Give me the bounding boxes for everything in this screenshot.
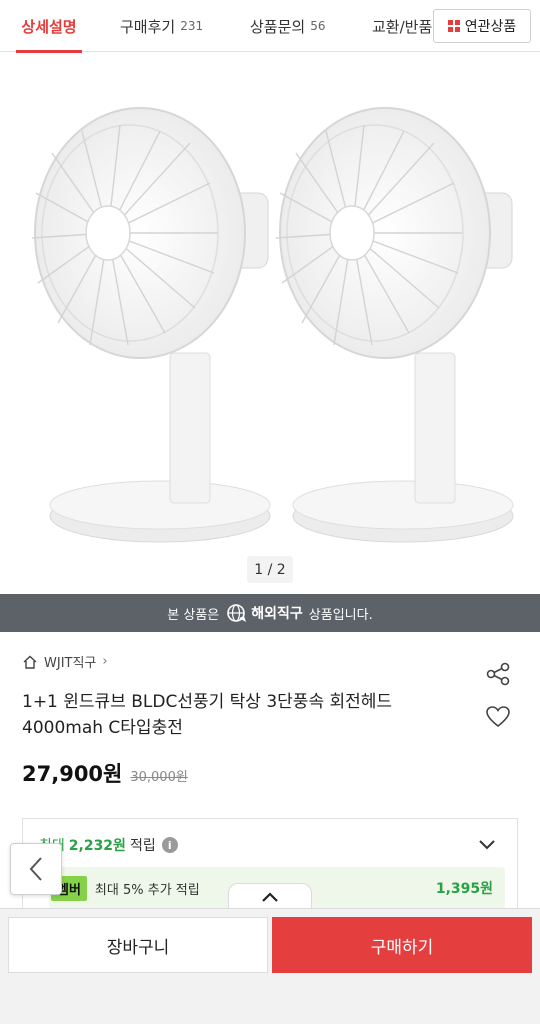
- review-count: 231: [180, 19, 204, 33]
- related-products-button[interactable]: 연관상품: [433, 9, 531, 43]
- share-icon[interactable]: [484, 660, 512, 688]
- max-points-amount: 2,232원: [68, 838, 126, 854]
- product-image-gallery[interactable]: [0, 53, 540, 593]
- tab-review[interactable]: 구매후기 231: [120, 0, 203, 52]
- chevron-down-icon[interactable]: [477, 837, 497, 851]
- banner-highlight: 해외직구: [251, 606, 303, 622]
- fan-left-illustration: [31, 107, 271, 543]
- earn-label: 적립: [129, 838, 156, 854]
- tab-review-label: 구매후기: [120, 17, 176, 36]
- globe-plane-icon: [227, 604, 247, 622]
- seller-name: WJIT직구: [44, 656, 97, 671]
- member-points-text: 최대 5% 추가 적립: [94, 882, 200, 898]
- heart-icon[interactable]: [484, 703, 512, 731]
- related-products-label: 연관상품: [464, 19, 517, 35]
- member-points-amount: 1,395원: [435, 881, 493, 897]
- chevron-up-icon: [262, 891, 278, 902]
- qna-count: 56: [310, 19, 326, 33]
- seller-link[interactable]: WJIT직구 ›: [22, 652, 108, 671]
- original-price: 30,000원: [130, 770, 188, 785]
- product-detail-page: 상세설명 구매후기 231 상품문의 56 교환/반품 연관상품 1 / 2 본…: [0, 0, 540, 1024]
- tab-detail[interactable]: 상세설명: [16, 0, 82, 53]
- buy-now-button[interactable]: 구매하기: [272, 917, 532, 973]
- chevron-right-icon: ›: [102, 654, 108, 669]
- tab-exchange-label: 교환/반품: [372, 17, 432, 36]
- image-pager: 1 / 2: [247, 556, 293, 583]
- section-tab-bar: 상세설명 구매후기 231 상품문의 56 교환/반품 연관상품: [0, 0, 540, 53]
- banner-prefix: 본 상품은: [167, 607, 220, 623]
- product-title: 1+1 윈드큐브 BLDC선풍기 탁상 3단풍속 회전헤드 4000mah C타…: [22, 692, 393, 738]
- fan-right-illustration: [275, 107, 514, 543]
- add-to-cart-button[interactable]: 장바구니: [8, 917, 268, 973]
- home-icon: [23, 655, 37, 669]
- tab-exchange[interactable]: 교환/반품: [372, 0, 432, 52]
- back-button[interactable]: [10, 843, 62, 895]
- sale-price: 27,900원: [22, 762, 123, 786]
- grid-icon: [447, 20, 460, 32]
- bottom-action-bar: 장바구니 구매하기: [0, 908, 540, 1024]
- info-icon[interactable]: i: [161, 837, 178, 853]
- chevron-left-icon: [29, 857, 42, 881]
- tab-qna-label: 상품문의: [250, 17, 306, 36]
- banner-suffix: 상품입니다.: [308, 607, 373, 623]
- product-image: [31, 107, 514, 543]
- collapse-handle[interactable]: [228, 883, 312, 909]
- overseas-purchase-banner: 본 상품은 해외직구 상품입니다.: [0, 594, 540, 632]
- price-row: 27,900원 30,000원: [22, 758, 188, 788]
- tab-qna[interactable]: 상품문의 56: [250, 0, 325, 52]
- tab-detail-label: 상세설명: [21, 17, 77, 36]
